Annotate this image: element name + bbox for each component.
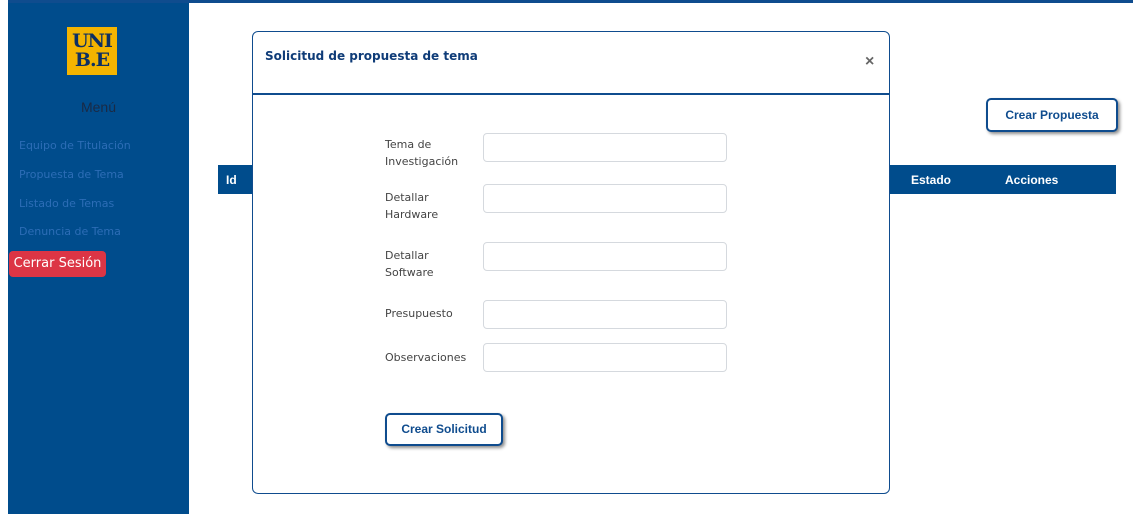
modal-title: Solicitud de propuesta de tema xyxy=(265,49,478,63)
hardware-input[interactable] xyxy=(483,184,727,213)
create-proposal-button[interactable]: Crear Propuesta xyxy=(986,98,1118,132)
field-label-hardware: Detallar Hardware xyxy=(385,191,439,221)
sidebar-item-equipo-titulacion[interactable]: Equipo de Titulación xyxy=(19,139,131,152)
column-header-acciones: Acciones xyxy=(1005,173,1059,187)
sidebar-item-listado-temas[interactable]: Listado de Temas xyxy=(19,197,114,210)
sidebar-item-propuesta-tema[interactable]: Propuesta de Tema xyxy=(19,168,124,181)
unibe-logo: UNI B.E xyxy=(67,27,117,75)
proposal-request-modal: Solicitud de propuesta de tema × Tema de… xyxy=(252,31,890,494)
field-label-software: Detallar Software xyxy=(385,249,434,279)
tema-investigacion-input[interactable] xyxy=(483,133,727,162)
column-header-id: Id xyxy=(226,173,237,187)
sidebar-item-denuncia-tema[interactable]: Denuncia de Tema xyxy=(19,225,121,238)
field-label-presupuesto: Presupuesto xyxy=(385,307,453,320)
field-label-tema-investigacion: Tema de Investigación xyxy=(385,138,459,168)
logout-button[interactable]: Cerrar Sesión xyxy=(9,251,106,277)
left-margin xyxy=(0,0,8,514)
software-input[interactable] xyxy=(483,242,727,271)
create-request-button[interactable]: Crear Solicitud xyxy=(385,413,503,446)
modal-header-divider xyxy=(253,93,889,95)
menu-title: Menú xyxy=(80,99,117,115)
close-icon[interactable]: × xyxy=(865,54,874,70)
observaciones-input[interactable] xyxy=(483,343,727,372)
sidebar: UNI B.E Menú Equipo de Titulación Propues… xyxy=(8,3,189,514)
column-header-estado: Estado xyxy=(911,173,952,187)
presupuesto-input[interactable] xyxy=(483,300,727,329)
field-label-observaciones: Observaciones xyxy=(385,351,467,364)
